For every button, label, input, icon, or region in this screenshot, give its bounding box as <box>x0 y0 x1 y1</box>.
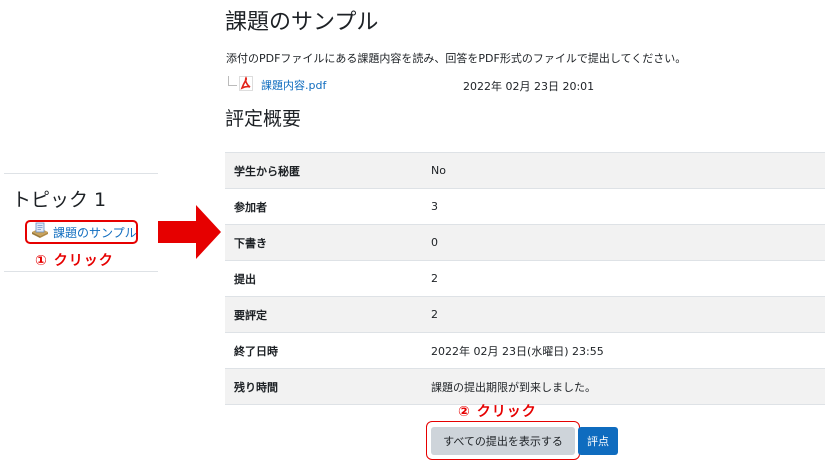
table-row: 要評定 2 <box>225 297 825 333</box>
grading-summary-table: 学生から秘匿 No 参加者 3 下書き 0 提出 2 要評定 2 終了日時 20… <box>225 152 825 405</box>
table-row: 学生から秘匿 No <box>225 153 825 189</box>
row-value: No <box>431 164 446 177</box>
sidebar-divider-bottom <box>4 271 158 272</box>
attachment-row: 課題内容.pdf 2022年 02月 23日 20:01 <box>228 76 594 94</box>
row-value: 2 <box>431 308 438 321</box>
step1-annotation: ① クリック <box>35 253 114 269</box>
table-row: 参加者 3 <box>225 189 825 225</box>
table-row: 終了日時 2022年 02月 23日(水曜日) 23:55 <box>225 333 825 369</box>
activity-link-label: 課題のサンプル <box>53 225 137 240</box>
step2-highlight: すべての提出を表示する <box>426 421 580 460</box>
row-key: 提出 <box>234 272 256 286</box>
table-row: 残り時間 課題の提出期限が到来しました。 <box>225 369 825 405</box>
attachment-link[interactable]: 課題内容.pdf <box>261 77 326 93</box>
row-key: 終了日時 <box>234 344 278 358</box>
row-value: 2 <box>431 272 438 285</box>
grade-button[interactable]: 評点 <box>578 427 618 455</box>
pdf-icon <box>237 76 261 94</box>
row-value: 0 <box>431 236 438 249</box>
table-row: 下書き 0 <box>225 225 825 261</box>
view-all-submissions-button[interactable]: すべての提出を表示する <box>431 426 575 455</box>
attachment-date: 2022年 02月 23日 20:01 <box>463 80 595 93</box>
row-key: 要評定 <box>234 308 267 322</box>
sidebar-divider-top <box>4 173 158 174</box>
page-title: 課題のサンプル <box>225 10 379 35</box>
row-key: 下書き <box>234 236 267 250</box>
assignment-intro: 添付のPDFファイルにある課題内容を読み、回答をPDF形式のファイルで提出してく… <box>226 52 687 65</box>
grading-summary-heading: 評定概要 <box>225 108 302 130</box>
row-key: 学生から秘匿 <box>234 164 300 178</box>
red-arrow-icon <box>158 205 221 259</box>
assignment-icon <box>31 222 49 242</box>
step2-annotation: ② クリック <box>458 404 537 420</box>
row-value: 課題の提出期限が到来しました。 <box>431 380 596 394</box>
activity-link-assignment[interactable]: 課題のサンプル <box>25 220 138 244</box>
table-row: 提出 2 <box>225 261 825 297</box>
tree-line <box>228 76 237 86</box>
row-value: 3 <box>431 200 438 213</box>
row-key: 残り時間 <box>234 380 278 394</box>
topic-title: トピック 1 <box>12 189 107 211</box>
row-key: 参加者 <box>234 200 267 214</box>
row-value: 2022年 02月 23日(水曜日) 23:55 <box>431 344 604 358</box>
